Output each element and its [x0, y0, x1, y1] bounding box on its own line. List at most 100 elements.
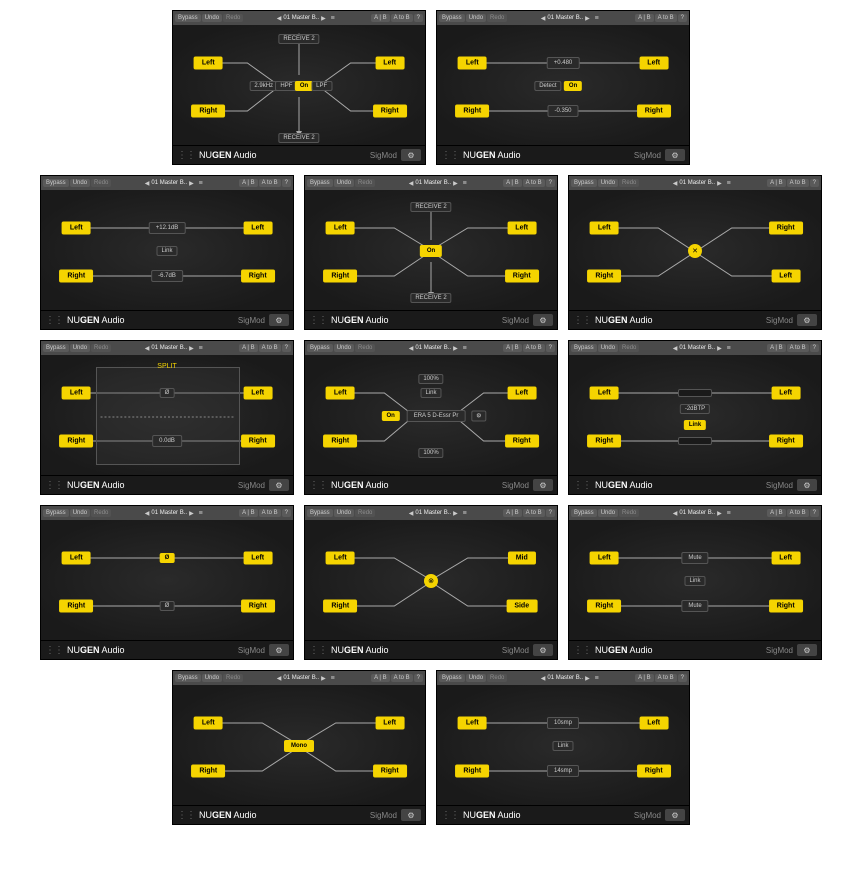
preset-selector[interactable]: ◀ 01 Master B.. ▶ ≡: [640, 343, 766, 353]
input-left-node[interactable]: Left: [62, 387, 91, 400]
next-preset-icon[interactable]: ▶: [585, 15, 590, 22]
drag-handle-icon[interactable]: ⋮⋮: [45, 480, 63, 491]
phase-button[interactable]: Ø: [160, 388, 175, 398]
prev-preset-icon[interactable]: ◀: [673, 345, 678, 352]
preset-list-icon[interactable]: ≡: [592, 673, 602, 683]
prev-preset-icon[interactable]: ◀: [673, 180, 678, 187]
bypass-button[interactable]: Bypass: [175, 674, 201, 682]
settings-button[interactable]: ⚙: [401, 809, 421, 821]
help-button[interactable]: ?: [414, 674, 423, 682]
input-left-node[interactable]: Left: [590, 387, 619, 400]
undo-button[interactable]: Undo: [70, 344, 90, 352]
redo-button[interactable]: Redo: [223, 14, 243, 22]
undo-button[interactable]: Undo: [334, 179, 354, 187]
bypass-button[interactable]: Bypass: [439, 14, 465, 22]
ab-button[interactable]: A | B: [371, 14, 390, 22]
input-right-node[interactable]: Right: [587, 270, 621, 283]
plugin-settings-button[interactable]: ⚙: [471, 411, 486, 422]
settings-button[interactable]: ⚙: [665, 149, 685, 161]
settings-button[interactable]: ⚙: [797, 479, 817, 491]
redo-button[interactable]: Redo: [355, 179, 375, 187]
help-button[interactable]: ?: [282, 509, 291, 517]
input-right-node[interactable]: Right: [323, 270, 357, 283]
output-bottom-node[interactable]: Right: [505, 435, 539, 448]
help-button[interactable]: ?: [810, 344, 819, 352]
trim-left[interactable]: +12.1dB: [149, 222, 186, 234]
help-button[interactable]: ?: [546, 179, 555, 187]
preset-selector[interactable]: ◀ 01 Master B.. ▶ ≡: [244, 13, 370, 23]
output-bottom-node[interactable]: Right: [769, 435, 803, 448]
next-preset-icon[interactable]: ▶: [717, 180, 722, 187]
redo-button[interactable]: Redo: [355, 344, 375, 352]
link-button[interactable]: Link: [552, 741, 573, 751]
redo-button[interactable]: Redo: [487, 14, 507, 22]
drag-handle-icon[interactable]: ⋮⋮: [45, 315, 63, 326]
input-right-node[interactable]: Right: [455, 105, 489, 118]
a-to-b-button[interactable]: A to B: [787, 179, 809, 187]
preset-list-icon[interactable]: ≡: [328, 673, 338, 683]
ab-button[interactable]: A | B: [767, 344, 786, 352]
preset-selector[interactable]: ◀ 01 Master B.. ▶ ≡: [244, 673, 370, 683]
drag-handle-icon[interactable]: ⋮⋮: [177, 810, 195, 821]
ceiling-value[interactable]: -2dBTP: [680, 404, 710, 414]
redo-button[interactable]: Redo: [619, 179, 639, 187]
redo-button[interactable]: Redo: [91, 179, 111, 187]
input-right-node[interactable]: Right: [323, 600, 357, 613]
help-button[interactable]: ?: [414, 14, 423, 22]
output-bottom-node[interactable]: Right: [373, 105, 407, 118]
next-preset-icon[interactable]: ▶: [189, 180, 194, 187]
a-to-b-button[interactable]: A to B: [523, 179, 545, 187]
settings-button[interactable]: ⚙: [269, 644, 289, 656]
link-button[interactable]: Link: [420, 388, 441, 398]
prev-preset-icon[interactable]: ◀: [409, 345, 414, 352]
bypass-button[interactable]: Bypass: [439, 674, 465, 682]
redo-button[interactable]: Redo: [355, 509, 375, 517]
drag-handle-icon[interactable]: ⋮⋮: [573, 645, 591, 656]
input-right-node[interactable]: Right: [59, 270, 93, 283]
ab-button[interactable]: A | B: [767, 509, 786, 517]
drag-handle-icon[interactable]: ⋮⋮: [309, 315, 327, 326]
input-left-node[interactable]: Left: [194, 717, 223, 730]
help-button[interactable]: ?: [282, 344, 291, 352]
undo-button[interactable]: Undo: [598, 344, 618, 352]
on-button[interactable]: On: [382, 411, 400, 421]
preset-list-icon[interactable]: ≡: [724, 178, 734, 188]
a-to-b-button[interactable]: A to B: [391, 674, 413, 682]
output-bottom-node[interactable]: Right: [241, 270, 275, 283]
output-bottom-node[interactable]: Right: [373, 765, 407, 778]
output-top-node[interactable]: Left: [639, 717, 668, 730]
wet-bot[interactable]: 100%: [418, 448, 443, 458]
redo-button[interactable]: Redo: [619, 509, 639, 517]
settings-button[interactable]: ⚙: [533, 644, 553, 656]
next-preset-icon[interactable]: ▶: [717, 510, 722, 517]
output-top-node[interactable]: Left: [243, 552, 272, 565]
mono-button[interactable]: Mono: [284, 740, 314, 752]
bypass-button[interactable]: Bypass: [43, 509, 69, 517]
drag-handle-icon[interactable]: ⋮⋮: [441, 810, 459, 821]
link-button[interactable]: Link: [684, 576, 705, 586]
prev-preset-icon[interactable]: ◀: [541, 15, 546, 22]
input-left-node[interactable]: Left: [458, 717, 487, 730]
input-right-node[interactable]: Right: [587, 600, 621, 613]
preset-selector[interactable]: ◀ 01 Master B.. ▶ ≡: [112, 343, 238, 353]
ab-button[interactable]: A | B: [239, 179, 258, 187]
help-button[interactable]: ?: [678, 14, 687, 22]
ab-button[interactable]: A | B: [635, 674, 654, 682]
ab-button[interactable]: A | B: [239, 509, 258, 517]
on-button[interactable]: On: [420, 245, 442, 257]
drag-handle-icon[interactable]: ⋮⋮: [45, 645, 63, 656]
prev-preset-icon[interactable]: ◀: [145, 180, 150, 187]
input-right-node[interactable]: Right: [191, 105, 225, 118]
trim-right[interactable]: -6.7dB: [151, 270, 183, 282]
undo-button[interactable]: Undo: [70, 509, 90, 517]
ab-button[interactable]: A | B: [503, 344, 522, 352]
a-to-b-button[interactable]: A to B: [787, 509, 809, 517]
preset-selector[interactable]: ◀ 01 Master B.. ▶ ≡: [508, 13, 634, 23]
prev-preset-icon[interactable]: ◀: [409, 180, 414, 187]
output-top-node[interactable]: Left: [243, 387, 272, 400]
next-preset-icon[interactable]: ▶: [453, 180, 458, 187]
settings-button[interactable]: ⚙: [269, 479, 289, 491]
settings-button[interactable]: ⚙: [401, 149, 421, 161]
next-preset-icon[interactable]: ▶: [321, 675, 326, 682]
settings-button[interactable]: ⚙: [269, 314, 289, 326]
